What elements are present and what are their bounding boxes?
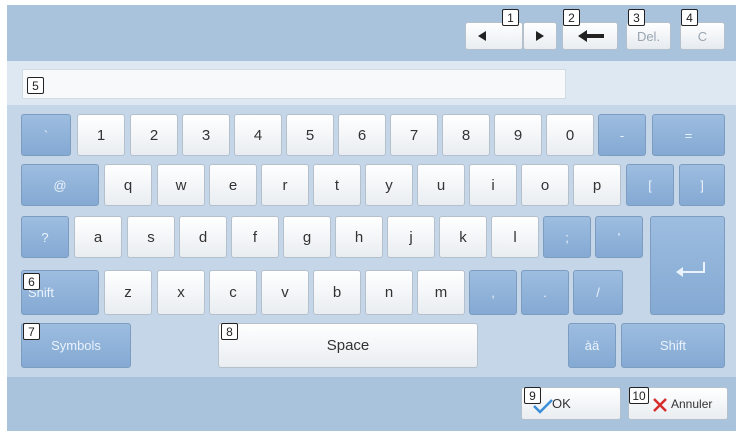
key-d[interactable]: d bbox=[179, 216, 227, 258]
key-j[interactable]: j bbox=[387, 216, 435, 258]
callout-9: 9 bbox=[524, 387, 541, 404]
key-t[interactable]: t bbox=[313, 164, 361, 206]
key-left-bracket[interactable]: [ bbox=[626, 164, 674, 206]
text-input-field[interactable] bbox=[22, 69, 566, 99]
cursor-left-button[interactable] bbox=[465, 22, 523, 50]
arrow-right-icon bbox=[536, 31, 544, 41]
callout-1: 1 bbox=[502, 9, 519, 26]
key-minus[interactable]: - bbox=[598, 114, 646, 156]
callout-3: 3 bbox=[628, 9, 645, 26]
bottom-bar bbox=[7, 377, 736, 431]
key-u[interactable]: u bbox=[417, 164, 465, 206]
key-period[interactable]: . bbox=[521, 270, 569, 315]
key-l[interactable]: l bbox=[491, 216, 539, 258]
key-q[interactable]: q bbox=[104, 164, 152, 206]
key-z[interactable]: z bbox=[104, 270, 152, 315]
key-r[interactable]: r bbox=[261, 164, 309, 206]
key-w[interactable]: w bbox=[157, 164, 205, 206]
callout-4: 4 bbox=[681, 9, 698, 26]
key-i[interactable]: i bbox=[469, 164, 517, 206]
key-k[interactable]: k bbox=[439, 216, 487, 258]
enter-icon bbox=[676, 262, 705, 277]
clear-button[interactable]: C bbox=[680, 22, 725, 50]
backspace-button[interactable] bbox=[562, 22, 618, 50]
key-semicolon[interactable]: ; bbox=[543, 216, 591, 258]
virtual-keyboard-screen: Del. C ` 1 2 3 4 5 6 7 8 9 0 - = @ q w e… bbox=[0, 0, 743, 435]
key-h[interactable]: h bbox=[335, 216, 383, 258]
cancel-x-icon bbox=[653, 398, 667, 412]
callout-5: 5 bbox=[27, 77, 44, 94]
key-equals[interactable]: = bbox=[652, 114, 725, 156]
key-x[interactable]: x bbox=[157, 270, 205, 315]
key-4[interactable]: 4 bbox=[234, 114, 282, 156]
key-v[interactable]: v bbox=[261, 270, 309, 315]
key-backtick[interactable]: ` bbox=[21, 114, 71, 156]
key-b[interactable]: b bbox=[313, 270, 361, 315]
key-8[interactable]: 8 bbox=[442, 114, 490, 156]
callout-6: 6 bbox=[23, 273, 40, 290]
key-apostrophe[interactable]: ' bbox=[595, 216, 643, 258]
key-p[interactable]: p bbox=[573, 164, 621, 206]
key-2[interactable]: 2 bbox=[130, 114, 178, 156]
delete-button[interactable]: Del. bbox=[626, 22, 671, 50]
cancel-label: Annuler bbox=[671, 396, 713, 411]
key-at[interactable]: @ bbox=[21, 164, 99, 206]
cursor-right-button[interactable] bbox=[523, 22, 557, 50]
key-slash[interactable]: / bbox=[573, 270, 623, 315]
key-5[interactable]: 5 bbox=[286, 114, 334, 156]
key-question[interactable]: ? bbox=[21, 216, 69, 258]
key-right-bracket[interactable]: ] bbox=[679, 164, 725, 206]
key-m[interactable]: m bbox=[417, 270, 465, 315]
callout-2: 2 bbox=[563, 9, 580, 26]
space-bar[interactable]: Space bbox=[218, 323, 478, 368]
key-s[interactable]: s bbox=[127, 216, 175, 258]
ok-label: OK bbox=[552, 396, 571, 411]
key-7[interactable]: 7 bbox=[390, 114, 438, 156]
key-a[interactable]: a bbox=[74, 216, 122, 258]
key-9[interactable]: 9 bbox=[494, 114, 542, 156]
key-3[interactable]: 3 bbox=[182, 114, 230, 156]
accent-button[interactable]: àä bbox=[568, 323, 616, 368]
shift-right-button[interactable]: Shift bbox=[621, 323, 725, 368]
key-g[interactable]: g bbox=[283, 216, 331, 258]
key-c[interactable]: c bbox=[209, 270, 257, 315]
callout-7: 7 bbox=[23, 323, 40, 340]
key-6[interactable]: 6 bbox=[338, 114, 386, 156]
arrow-left-icon bbox=[478, 31, 486, 41]
backspace-arrow-icon bbox=[578, 30, 604, 42]
enter-button[interactable] bbox=[650, 216, 725, 315]
key-comma[interactable]: , bbox=[469, 270, 517, 315]
callout-10: 10 bbox=[629, 387, 649, 404]
key-e[interactable]: e bbox=[209, 164, 257, 206]
key-0[interactable]: 0 bbox=[546, 114, 594, 156]
delete-label: Del. bbox=[636, 28, 661, 44]
callout-8: 8 bbox=[221, 323, 238, 340]
key-o[interactable]: o bbox=[521, 164, 569, 206]
key-1[interactable]: 1 bbox=[77, 114, 125, 156]
key-y[interactable]: y bbox=[365, 164, 413, 206]
clear-label: C bbox=[697, 28, 708, 44]
key-f[interactable]: f bbox=[231, 216, 279, 258]
key-n[interactable]: n bbox=[365, 270, 413, 315]
